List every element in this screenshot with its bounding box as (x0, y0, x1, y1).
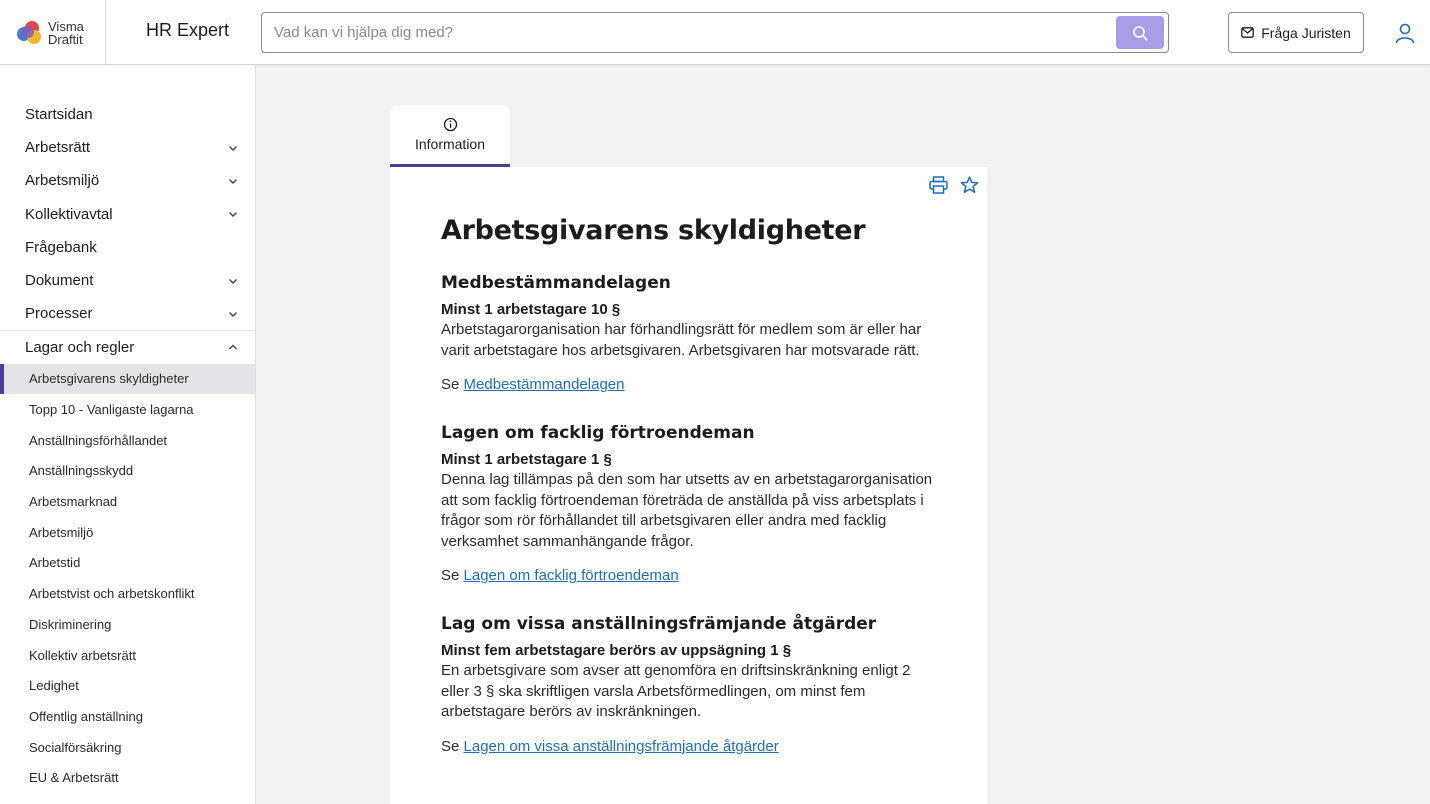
sidebar-subitem[interactable]: Socialförsäkring (0, 732, 255, 763)
chevron-down-icon (229, 178, 237, 184)
article-panel: Arbetsgivarens skyldigheter Medbestämman… (390, 167, 987, 804)
see-prefix: Se (441, 567, 460, 584)
sidebar-subitem[interactable]: Offentlig anställning (0, 701, 255, 732)
sidebar-subitem[interactable]: EU & Arbetsrätt (0, 762, 255, 793)
section-law-link[interactable]: Lagen om vissa anställningsfrämjande åtg… (464, 738, 779, 755)
sidebar-subitem[interactable]: Diskriminering (0, 609, 255, 640)
sidebar-item-arbetsmiljö[interactable]: Arbetsmiljö (0, 164, 255, 197)
sidebar-item-label: Lagar och regler (25, 338, 135, 356)
sidebar-subitem[interactable]: Kollektiv arbetsrätt (0, 640, 255, 671)
chevron-up-icon (229, 344, 237, 350)
section-subheading: Minst 1 arbetstagare 10 § (441, 301, 621, 318)
page-title: Arbetsgivarens skyldigheter (441, 215, 866, 246)
chevron-down-icon (229, 311, 237, 317)
article-tools (929, 176, 979, 194)
search-button[interactable] (1116, 16, 1164, 49)
print-icon[interactable] (929, 176, 948, 194)
visma-draftit-logo[interactable]: Visma Draftit (0, 0, 106, 65)
article-section: Medbestämmandelagen Minst 1 arbetstagare … (441, 273, 941, 393)
star-icon[interactable] (960, 176, 979, 194)
section-body: Arbetstagarorganisation har förhandlings… (441, 321, 922, 359)
sidebar-item-label: Dokument (25, 272, 94, 290)
mail-icon (1241, 27, 1255, 38)
sidebar-item-label: Arbetsmiljö (25, 172, 100, 190)
sidebar-subitem[interactable]: Anställningsskydd (0, 456, 255, 487)
section-law-link[interactable]: Lagen om facklig förtroendeman (464, 567, 679, 584)
sidebar-item-processer[interactable]: Processer (0, 297, 255, 330)
section-see-line: Se Lagen om vissa anställningsfrämjande … (441, 738, 941, 755)
section-see-line: Se Lagen om facklig förtroendeman (441, 567, 941, 584)
section-heading: Lagen om facklig förtroendeman (441, 423, 755, 443)
see-prefix: Se (441, 737, 460, 755)
sidebar-item-frågebank[interactable]: Frågebank (0, 231, 255, 264)
chevron-down-icon (229, 212, 237, 218)
user-profile-icon[interactable] (1394, 22, 1416, 44)
search-bar (261, 12, 1169, 53)
sidebar-item-label: Startsidan (25, 106, 93, 124)
sidebar-item-startsidan[interactable]: Startsidan (0, 98, 255, 131)
search-icon (1133, 25, 1148, 40)
logo-line-1: Visma (48, 18, 84, 34)
sidebar-item-kollektivavtal[interactable]: Kollektivavtal (0, 198, 255, 231)
sidebar-subitem[interactable]: Ledighet (0, 670, 255, 701)
chevron-down-icon (229, 278, 237, 284)
sidebar-item-label: Processer (25, 305, 93, 323)
section-body: Denna lag tillämpas på den som har utset… (441, 471, 933, 550)
see-prefix: Se (441, 376, 460, 393)
ask-lawyer-button[interactable]: Fråga Juristen (1228, 12, 1364, 53)
tab-information[interactable]: Information (390, 105, 510, 167)
article-sections: Medbestämmandelagen Minst 1 arbetstagare … (441, 273, 941, 755)
nav-list: Startsidan Arbetsrätt Arbetsmiljö Kollektiv… (0, 98, 255, 330)
article-content: Arbetsgivarens skyldigheter Medbestämman… (441, 215, 941, 785)
sidebar-item-label: Arbetsrätt (25, 139, 91, 157)
section-body: En arbetsgivare som avser att genomföra … (441, 662, 911, 720)
section-heading: Medbestämmandelagen (441, 273, 671, 293)
section-subheading: Minst 1 arbetstagare 1 § (441, 451, 612, 468)
logo-icon (17, 20, 41, 45)
sidebar-subitem[interactable]: Arbetsgivarens skyldigheter (0, 363, 255, 395)
section-subheading: Minst fem arbetstagare berörs av uppsägn… (441, 642, 792, 659)
search-input[interactable] (274, 13, 1114, 52)
sidebar-item-label: Frågebank (25, 238, 97, 256)
sidebar-subitem[interactable]: Topp 10 - Vanligaste lagarna (0, 394, 255, 425)
sidebar-item-label: Kollektivavtal (25, 205, 113, 223)
sidebar-item-arbetsrätt[interactable]: Arbetsrätt (0, 131, 255, 164)
chevron-down-icon (229, 145, 237, 151)
sidebar-item-lagar-och-regler[interactable]: Lagar och regler (0, 330, 255, 363)
logo-line-2: Draftit (48, 31, 83, 47)
sub-nav-list: Arbetsgivarens skyldigheter Topp 10 - Van… (0, 363, 255, 794)
sidebar-nav: Startsidan Arbetsrätt Arbetsmiljö Kollektiv… (0, 65, 256, 804)
sidebar-subitem[interactable]: Arbetstid (0, 548, 255, 579)
ask-lawyer-label: Fråga Juristen (1261, 24, 1351, 41)
article-section: Lag om vissa anställningsfrämjande åtgär… (441, 614, 941, 755)
sidebar-subitem[interactable]: Arbetstvist och arbetskonflikt (0, 578, 255, 609)
section-see-line: Se Medbestämmandelagen (441, 376, 941, 393)
app-title: HR Expert (146, 20, 230, 40)
section-law-link[interactable]: Medbestämmandelagen (464, 376, 625, 393)
info-icon (443, 117, 457, 132)
top-header: Visma Draftit HR Expert Fråga Juristen (0, 0, 1430, 65)
section-heading: Lag om vissa anställningsfrämjande åtgär… (441, 614, 877, 634)
tab-label: Information (414, 136, 486, 152)
sidebar-subitem[interactable]: Arbetsmarknad (0, 486, 255, 517)
logo-text: Visma Draftit (48, 20, 84, 46)
article-section: Lagen om facklig förtroendeman Minst 1 ar… (441, 423, 941, 584)
sidebar-subitem[interactable]: Arbetsmiljö (0, 517, 255, 548)
sidebar-subitem[interactable]: Anställningsförhållandet (0, 425, 255, 456)
sidebar-item-dokument[interactable]: Dokument (0, 264, 255, 297)
